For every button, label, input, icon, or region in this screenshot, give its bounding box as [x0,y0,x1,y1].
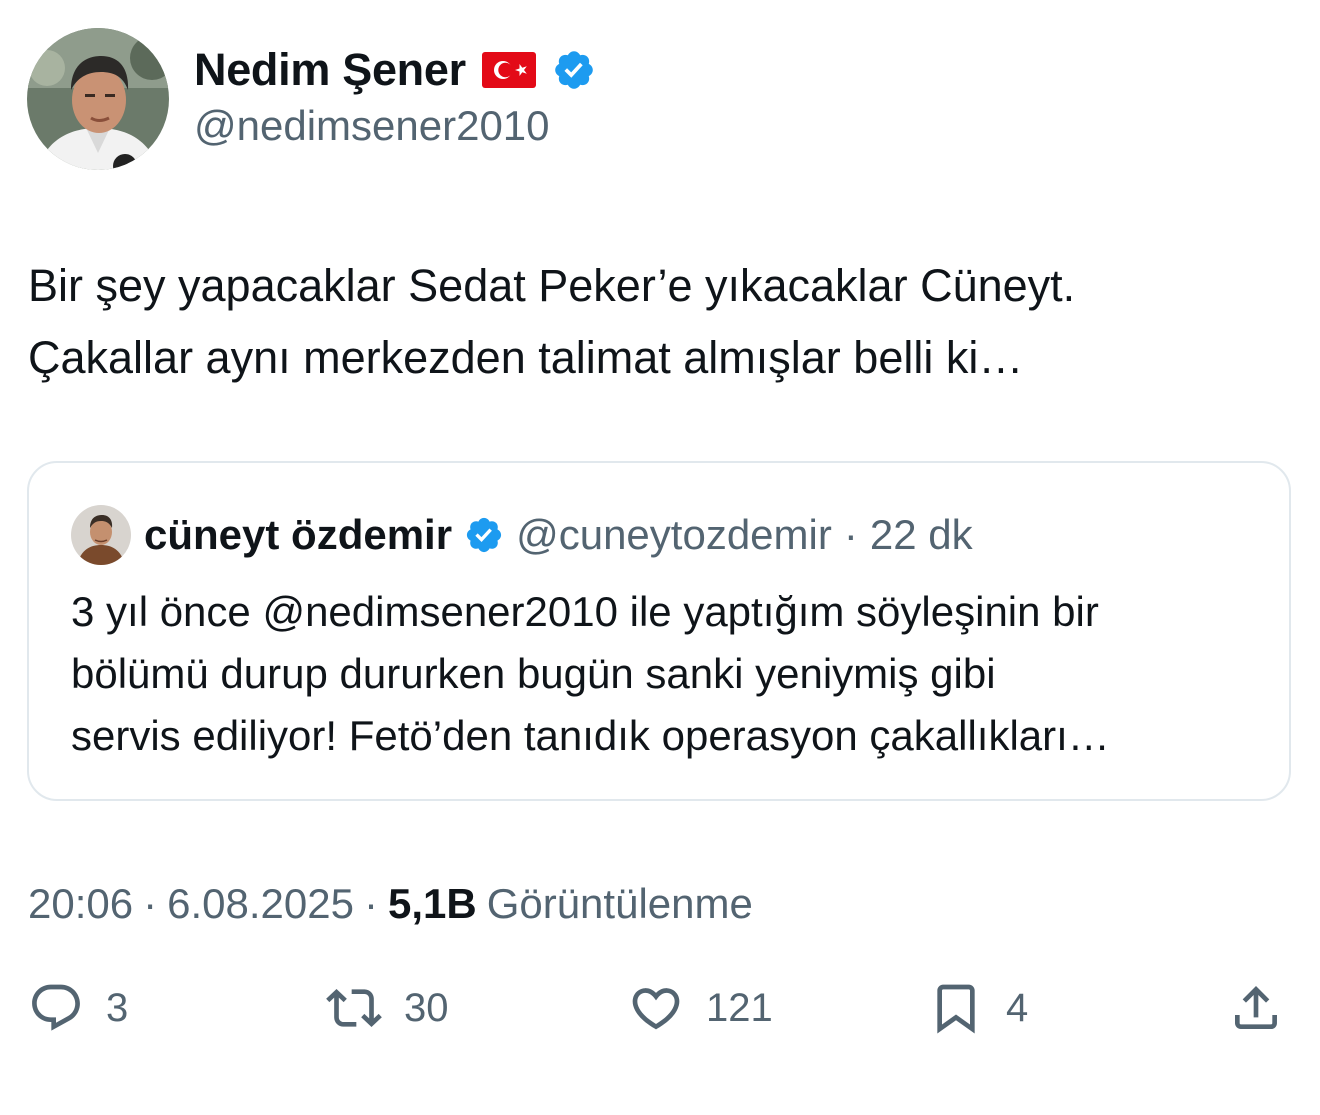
retweet-count: 30 [404,985,449,1030]
reply-button[interactable]: 3 [28,978,128,1038]
quote-avatar-image [71,505,131,565]
verified-badge-icon [555,51,593,89]
quote-author-avatar[interactable] [71,505,131,565]
tweet-text-line: Çakallar aynı merkezden talimat almışlar… [28,332,1024,383]
retweet-button[interactable]: 30 [326,978,449,1038]
quoted-tweet-card[interactable]: cüneyt özdemir @cuneytozdemir · 22 dk 3 … [27,461,1291,801]
tweet-time[interactable]: 20:06 [28,880,133,928]
reply-count: 3 [106,985,129,1030]
retweet-icon [326,989,382,1027]
quote-text: 3 yıl önce @nedimsener2010 ile yaptığım … [71,581,1261,767]
author-handle[interactable]: @nedimsener2010 [194,102,550,150]
views-count: 5,1B [387,880,477,927]
author-avatar[interactable] [27,28,169,170]
author-avatar-image [27,28,169,170]
author-name-row: Nedim Şener [194,40,596,100]
tweet-meta: 20:06 · 6.08.2025 · 5,1B Görüntülenme [28,876,753,932]
quote-handle[interactable]: @cuneytozdemir [516,511,832,559]
turkey-flag-icon [481,52,536,88]
tweet-text-line: Bir şey yapacaklar Sedat Peker’e yıkacak… [28,260,1076,311]
meta-separator: · [363,880,378,927]
quote-display-name[interactable]: cüneyt özdemir [144,511,452,559]
share-button[interactable] [1228,978,1284,1038]
quote-timestamp[interactable]: 22 dk [870,511,973,559]
bookmark-count: 4 [1006,985,1029,1030]
bookmark-icon [937,984,975,1034]
tweet-date[interactable]: 6.08.2025 [167,880,354,928]
quote-text-line: servis ediliyor! Fetö’den tanıdık operas… [71,712,1110,759]
quote-text-line: 3 yıl önce @nedimsener2010 ile yaptığım … [71,588,1099,635]
tweet-text: Bir şey yapacaklar Sedat Peker’e yıkacak… [28,250,1298,394]
like-count: 121 [706,985,773,1030]
quote-text-line: bölümü durup dururken bugün sanki yeniym… [71,650,996,697]
share-icon [1235,986,1277,1029]
verified-badge-icon [466,517,502,553]
like-button[interactable]: 121 [628,978,773,1038]
quote-separator: · [843,511,858,558]
quote-header: cüneyt özdemir @cuneytozdemir · 22 dk [144,507,973,563]
heart-icon [632,988,680,1030]
reply-icon [32,984,80,1031]
views-label: Görüntülenme [486,880,753,927]
bookmark-button[interactable]: 4 [928,978,1028,1038]
author-display-name[interactable]: Nedim Şener [194,44,466,96]
meta-separator: · [143,880,158,927]
